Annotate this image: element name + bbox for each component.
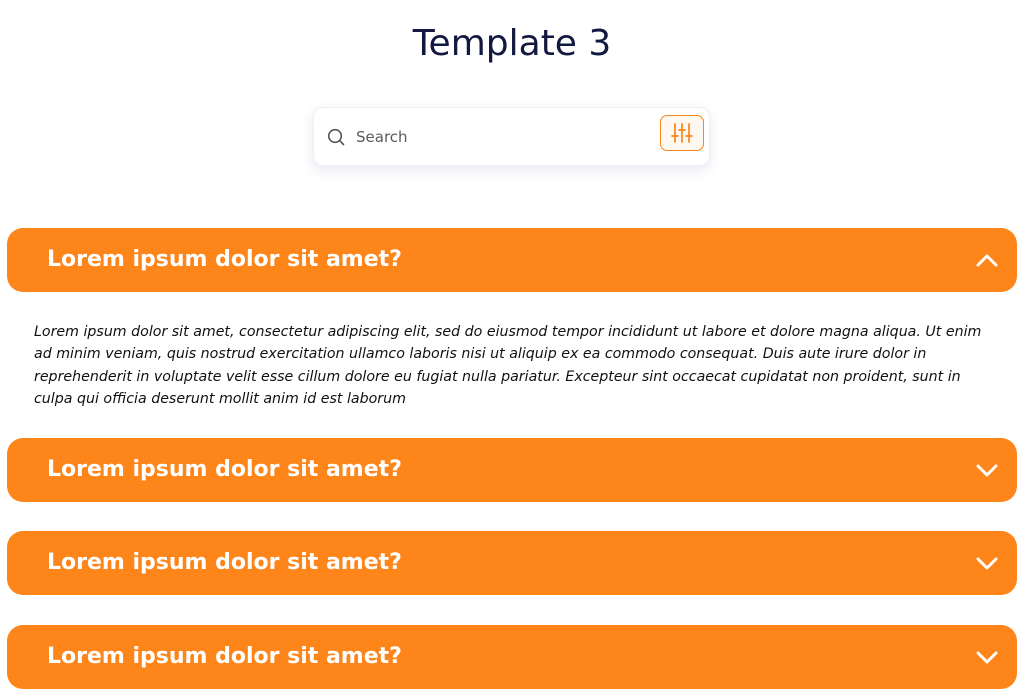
faq-question: Lorem ipsum dolor sit amet? — [47, 644, 402, 669]
faq-item-header[interactable]: Lorem ipsum dolor sit amet? — [7, 531, 1017, 595]
faq-question: Lorem ipsum dolor sit amet? — [47, 247, 402, 272]
chevron-down-icon — [976, 557, 998, 570]
page: Template 3 Lorem ipsum dolor sit amet? — [0, 0, 1024, 700]
page-title: Template 3 — [412, 23, 612, 64]
chevron-down-icon — [976, 651, 998, 664]
faq-question: Lorem ipsum dolor sit amet? — [47, 550, 402, 575]
faq-item-header[interactable]: Lorem ipsum dolor sit amet? — [7, 228, 1017, 292]
search-input[interactable] — [356, 120, 646, 154]
search-icon — [327, 128, 345, 146]
faq-question: Lorem ipsum dolor sit amet? — [47, 457, 402, 482]
search-bar — [313, 107, 710, 166]
sliders-icon — [671, 123, 693, 143]
faq-item-header[interactable]: Lorem ipsum dolor sit amet? — [7, 438, 1017, 502]
chevron-up-icon — [976, 254, 998, 267]
filter-button[interactable] — [660, 115, 704, 151]
faq-item-header[interactable]: Lorem ipsum dolor sit amet? — [7, 625, 1017, 689]
chevron-down-icon — [976, 464, 998, 477]
faq-answer: Lorem ipsum dolor sit amet, consectetur … — [34, 324, 982, 407]
